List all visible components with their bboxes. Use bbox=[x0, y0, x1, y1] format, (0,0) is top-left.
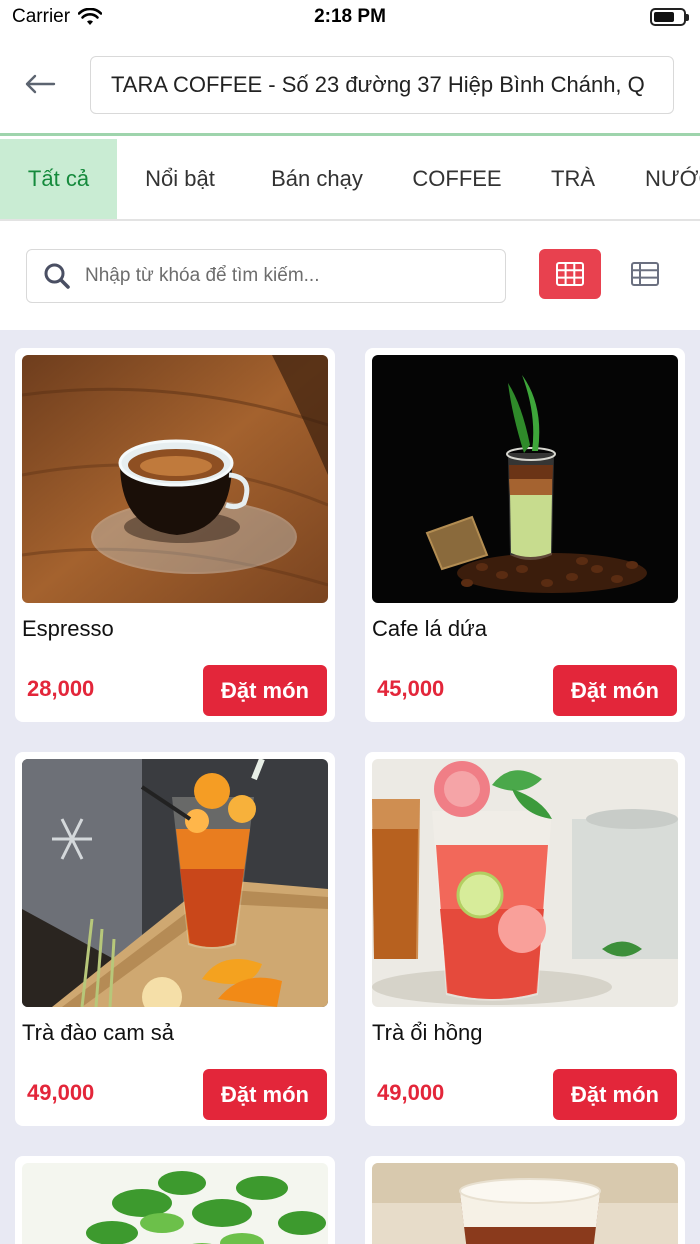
grid-view-button[interactable] bbox=[539, 249, 601, 299]
tab-tea[interactable]: TRÀ bbox=[523, 139, 623, 219]
battery-icon bbox=[650, 8, 689, 26]
list-view-icon bbox=[631, 262, 659, 286]
category-tabs: Tất cả Nổi bật Bán chạy COFFEE TRÀ NƯỚC bbox=[0, 139, 700, 221]
product-card[interactable] bbox=[15, 1156, 335, 1244]
product-name: Trà đào cam sả bbox=[22, 1020, 175, 1045]
product-photo bbox=[372, 1163, 678, 1244]
tab-best-selling[interactable]: Bán chạy bbox=[243, 139, 391, 219]
clock: 2:18 PM bbox=[314, 6, 386, 27]
product-card[interactable]: Cafe lá dứa 45,000 Đặt món bbox=[365, 348, 685, 722]
product-grid: Espresso 28,000 Đặt món Cafe lá dứa 45,0… bbox=[0, 330, 700, 1244]
product-card[interactable]: Espresso 28,000 Đặt món bbox=[15, 348, 335, 722]
product-card[interactable]: Trà ổi hồng 49,000 Đặt món bbox=[365, 752, 685, 1126]
product-price: 45,000 bbox=[377, 676, 445, 701]
product-price: 49,000 bbox=[27, 1080, 95, 1105]
grid-view-icon bbox=[556, 262, 584, 286]
search-input[interactable]: Nhập từ khóa để tìm kiếm... bbox=[26, 249, 506, 303]
order-button[interactable]: Đặt món bbox=[553, 665, 677, 716]
tab-featured[interactable]: Nổi bật bbox=[117, 139, 243, 219]
store-name: TARA COFFEE - Số 23 đường 37 Hiệp Bình C… bbox=[111, 72, 645, 97]
product-name: Cafe lá dứa bbox=[372, 616, 488, 641]
tab-all[interactable]: Tất cả bbox=[0, 139, 117, 219]
store-selector[interactable]: TARA COFFEE - Số 23 đường 37 Hiệp Bình C… bbox=[90, 56, 674, 114]
tab-coffee[interactable]: COFFEE bbox=[391, 139, 523, 219]
product-price: 28,000 bbox=[27, 676, 95, 701]
product-name: Trà ổi hồng bbox=[372, 1020, 483, 1045]
search-placeholder: Nhập từ khóa để tìm kiếm... bbox=[85, 265, 320, 286]
status-bar: Carrier 2:18 PM bbox=[0, 0, 700, 36]
product-photo bbox=[22, 1163, 328, 1244]
order-button[interactable]: Đặt món bbox=[553, 1069, 677, 1120]
search-icon bbox=[44, 263, 70, 289]
order-button[interactable]: Đặt món bbox=[203, 665, 327, 716]
back-button[interactable] bbox=[20, 66, 60, 102]
product-card[interactable] bbox=[365, 1156, 685, 1244]
product-price: 49,000 bbox=[377, 1080, 445, 1105]
product-card[interactable]: Trà đào cam sả 49,000 Đặt món bbox=[15, 752, 335, 1126]
tab-drinks[interactable]: NƯỚC bbox=[623, 139, 700, 219]
order-button[interactable]: Đặt món bbox=[203, 1069, 327, 1120]
list-view-button[interactable] bbox=[614, 249, 676, 299]
peach-orange-tea-photo bbox=[22, 759, 328, 1007]
guava-tea-photo bbox=[372, 759, 678, 1007]
product-name: Espresso bbox=[22, 616, 114, 641]
search-row: Nhập từ khóa để tìm kiếm... bbox=[0, 222, 700, 330]
back-arrow-icon bbox=[25, 74, 56, 94]
pandan-coffee-photo bbox=[372, 355, 678, 603]
header: TARA COFFEE - Số 23 đường 37 Hiệp Bình C… bbox=[0, 36, 700, 136]
espresso-cup-photo bbox=[22, 355, 328, 603]
